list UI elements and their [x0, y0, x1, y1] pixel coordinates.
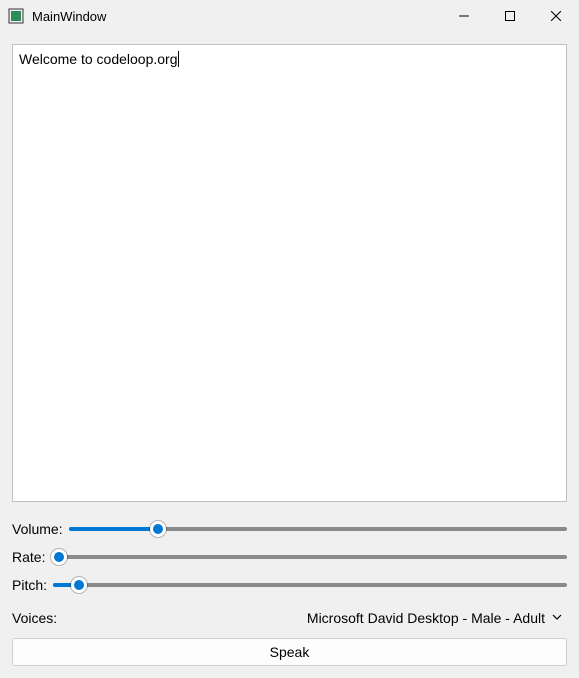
slider-track — [51, 555, 567, 559]
speak-button[interactable]: Speak — [12, 638, 567, 666]
window-title: MainWindow — [32, 9, 441, 24]
app-icon — [8, 8, 24, 24]
voices-label: Voices: — [12, 610, 57, 626]
close-button[interactable] — [533, 0, 579, 32]
slider-thumb[interactable] — [51, 549, 67, 565]
slider-thumb[interactable] — [150, 521, 166, 537]
window-controls — [441, 0, 579, 32]
text-input[interactable]: Welcome to codeloop.org — [12, 44, 567, 502]
rate-slider[interactable] — [51, 548, 567, 566]
volume-label: Volume: — [12, 521, 63, 537]
volume-row: Volume: — [12, 520, 567, 538]
minimize-button[interactable] — [441, 0, 487, 32]
titlebar: MainWindow — [0, 0, 579, 32]
pitch-label: Pitch: — [12, 577, 47, 593]
volume-slider[interactable] — [69, 520, 567, 538]
text-input-value: Welcome to codeloop.org — [19, 51, 178, 67]
maximize-button[interactable] — [487, 0, 533, 32]
pitch-slider[interactable] — [53, 576, 567, 594]
slider-thumb[interactable] — [71, 577, 87, 593]
rate-label: Rate: — [12, 549, 45, 565]
content-area: Welcome to codeloop.org Volume: Rate: Pi… — [0, 32, 579, 678]
slider-track — [53, 583, 567, 587]
voices-row: Voices: Microsoft David Desktop - Male -… — [12, 608, 567, 628]
voices-combobox[interactable]: Microsoft David Desktop - Male - Adult — [303, 608, 567, 628]
text-caret — [178, 51, 179, 67]
voices-selected: Microsoft David Desktop - Male - Adult — [307, 610, 545, 626]
pitch-row: Pitch: — [12, 576, 567, 594]
rate-row: Rate: — [12, 548, 567, 566]
main-window: MainWindow Welcome to codeloop.org Volum… — [0, 0, 579, 678]
text-input-wrap: Welcome to codeloop.org — [12, 44, 567, 502]
slider-fill — [69, 527, 159, 531]
chevron-down-icon — [551, 610, 563, 626]
